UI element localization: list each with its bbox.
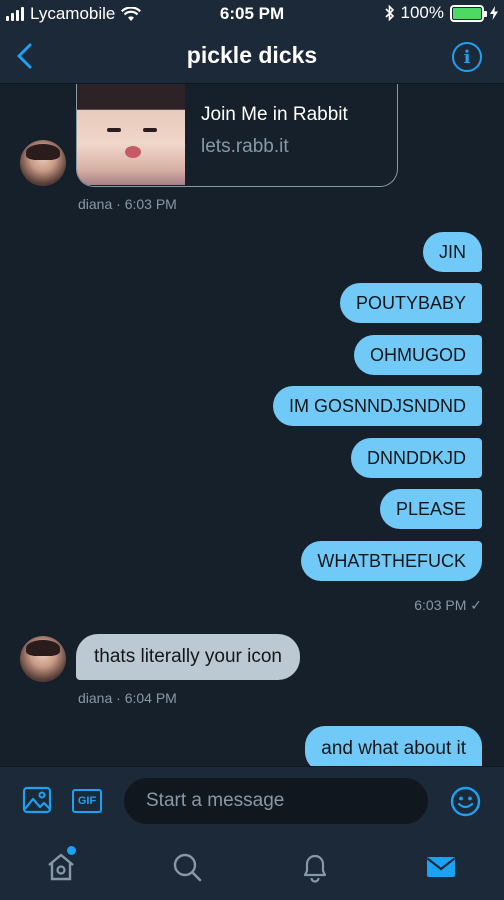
card-thumbnail [77,84,185,185]
message-bubble[interactable]: DNNDDKJD [351,438,482,478]
status-right: 100% [384,3,498,23]
new-tweets-dot [67,846,76,855]
card-url: lets.rabb.it [201,136,289,157]
message-bubble[interactable]: thats literally your icon [76,634,300,680]
message-meta: diana · 6:04 PM [78,690,177,706]
notifications-icon[interactable] [298,850,332,884]
charging-icon [490,6,498,20]
avatar[interactable] [20,636,66,682]
battery-percent: 100% [400,3,444,22]
battery-icon [450,4,487,22]
message-bubble[interactable]: OHMUGOD [354,335,482,375]
gif-button[interactable]: GIF [72,789,102,813]
card-title: Join Me in Rabbit [201,104,348,125]
home-icon[interactable] [44,850,78,884]
conversation-header: pickle dicks i [0,28,504,84]
message-meta: 6:03 PM ✓ [414,597,482,613]
message-bubble[interactable]: JIN [423,232,482,272]
avatar[interactable] [20,140,66,186]
tab-bar [0,834,504,900]
card-text: Join Me in Rabbit lets.rabb.it [185,84,348,186]
message-bubble[interactable]: POUTYBABY [339,283,482,323]
message-list[interactable]: Join Me in Rabbit lets.rabb.it diana · 6… [0,84,504,766]
search-icon[interactable] [170,850,204,884]
bluetooth-icon [384,5,394,21]
gif-label: GIF [77,795,97,807]
emoji-icon[interactable] [450,786,481,817]
message-bubble[interactable]: IM GOSNNDJSNDND [272,386,482,426]
message-bubble[interactable]: PLEASE [379,489,482,529]
link-card[interactable]: Join Me in Rabbit lets.rabb.it [76,84,398,187]
status-bar: Lycamobile 6:05 PM 100% [0,0,504,28]
info-icon: i [463,46,471,68]
message-bubble[interactable]: and what about it [305,726,482,766]
conversation-title[interactable]: pickle dicks [0,42,504,69]
message-bubble[interactable]: WHATBTHEFUCK [301,541,482,581]
image-icon[interactable] [22,785,52,815]
message-input[interactable] [124,778,428,824]
message-composer: GIF [0,766,504,834]
messages-icon[interactable] [424,850,458,884]
message-meta: diana · 6:03 PM [78,196,177,212]
info-button[interactable]: i [452,42,482,72]
